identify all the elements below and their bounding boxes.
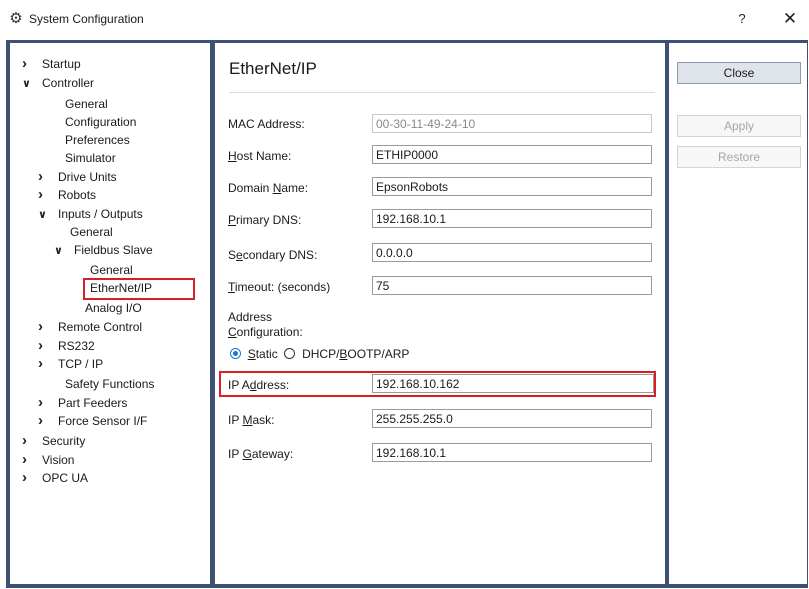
tree-item[interactable]: › Part Feeders — [38, 394, 127, 412]
chevron-right-icon[interactable]: › — [38, 318, 50, 336]
dhcp-label[interactable]: DHCP/BOOTP/ARP — [299, 347, 409, 361]
secondary-dns-field[interactable]: 0.0.0.0 — [372, 243, 652, 262]
timeout-field[interactable]: 75 — [372, 276, 652, 295]
primary-dns-field[interactable]: 192.168.10.1 — [372, 209, 652, 228]
mac-address-field: 00-30-11-49-24-10 — [372, 114, 652, 133]
address-config-label-line1: Address — [228, 310, 273, 324]
chevron-right-icon[interactable]: › — [22, 55, 34, 73]
chevron-right-icon[interactable]: › — [38, 337, 50, 355]
title-bar: ⚙ System Configuration ? ✕ — [0, 0, 809, 38]
address-config-label-line2: Configuration: — [228, 325, 303, 339]
chevron-right-icon[interactable]: › — [38, 355, 50, 373]
tree-item-label: General — [90, 263, 133, 277]
mac-address-label: MAC Address: — [228, 117, 305, 131]
tree-item[interactable]: › Remote Control — [38, 318, 142, 336]
tree-item-label: Security — [42, 434, 86, 448]
tree-item[interactable]: Preferences — [65, 131, 130, 149]
dhcp-radio[interactable] — [284, 348, 296, 359]
ip-gateway-label: IP Gateway: — [228, 447, 294, 461]
tree-item[interactable]: Configuration — [65, 113, 136, 131]
tree-item-label: General — [70, 225, 113, 239]
tree-item-label: Configuration — [65, 115, 137, 129]
tree-item-label: Safety Functions — [65, 377, 155, 391]
tree-item-label: Analog I/O — [85, 301, 142, 315]
chevron-down-icon[interactable]: ∨ — [54, 242, 66, 260]
ip-gateway-field[interactable]: 192.168.10.1 — [372, 443, 652, 462]
ip-address-field[interactable]: 192.168.10.162 — [372, 374, 654, 393]
tree-item-label: Preferences — [65, 133, 130, 147]
tree-item-label: Robots — [58, 188, 97, 202]
tree-item[interactable]: › OPC UA — [22, 469, 88, 487]
window-title: System Configuration — [29, 12, 144, 26]
apply-button[interactable]: Apply — [677, 115, 801, 137]
static-label[interactable]: Static — [244, 347, 281, 361]
chevron-right-icon[interactable]: › — [22, 469, 34, 487]
title-divider — [229, 92, 655, 93]
tree-item[interactable]: › Vision — [22, 451, 74, 469]
tree-item[interactable]: Safety Functions — [65, 375, 154, 393]
restore-button[interactable]: Restore — [677, 146, 801, 168]
selected-item-highlight — [83, 278, 195, 300]
ip-address-label: IP Address: — [228, 378, 290, 392]
tree-item[interactable]: › Security — [22, 432, 85, 450]
tree-item-label: Simulator — [65, 151, 116, 165]
timeout-label: Timeout: (seconds) — [228, 280, 331, 294]
tree-item-label: Remote Control — [58, 320, 143, 334]
secondary-dns-label: Secondary DNS: — [228, 248, 318, 262]
domain-name-field[interactable]: EpsonRobots — [372, 177, 652, 196]
tree-item-label: Part Feeders — [58, 396, 128, 410]
tree-item-label: OPC UA — [42, 471, 89, 485]
tree-item-label: RS232 — [58, 339, 95, 353]
tree-item-label: Startup — [42, 57, 81, 71]
tree-item-label: Force Sensor I/F — [58, 414, 148, 428]
gear-icon: ⚙ — [9, 10, 23, 27]
page-title: EtherNet/IP — [229, 59, 317, 78]
tree-item[interactable]: › Force Sensor I/F — [38, 412, 147, 430]
tree-item-label: General — [65, 97, 108, 111]
chevron-right-icon[interactable]: › — [22, 432, 34, 450]
tree-item-label: Vision — [42, 453, 75, 467]
close-button[interactable]: Close — [677, 62, 801, 84]
chevron-right-icon[interactable]: › — [38, 168, 50, 186]
tree-item-label: Inputs / Outputs — [58, 207, 143, 221]
ip-mask-field[interactable]: 255.255.255.0 — [372, 409, 652, 428]
ethernet-ip-panel: EtherNet/IP MAC Address: 00-30-11-49-24-… — [215, 43, 665, 584]
host-name-label: Host Name: — [228, 149, 292, 163]
primary-dns-label: Primary DNS: — [228, 213, 302, 227]
tree-item[interactable]: General — [65, 95, 108, 113]
host-name-field[interactable]: ETHIP0000 — [372, 145, 652, 164]
address-config-options: Static DHCP/BOOTP/ARP — [230, 347, 409, 361]
help-button[interactable]: ? — [730, 9, 754, 29]
tree-item[interactable]: › RS232 — [38, 337, 95, 355]
close-window-button[interactable]: ✕ — [778, 8, 802, 30]
chevron-right-icon[interactable]: › — [38, 412, 50, 430]
tree-item[interactable]: ∨ Inputs / Outputs — [38, 205, 143, 223]
chevron-right-icon[interactable]: › — [38, 394, 50, 412]
chevron-down-icon[interactable]: ∨ — [38, 206, 50, 224]
tree-item[interactable]: › Robots — [38, 186, 96, 204]
tree-item[interactable]: › Drive Units — [38, 168, 117, 186]
tree-item[interactable]: Analog I/O — [85, 299, 142, 317]
tree-item[interactable]: ∨ Fieldbus Slave — [54, 241, 153, 259]
tree-item[interactable]: › TCP / IP — [38, 355, 103, 373]
tree-item[interactable]: › Startup — [22, 55, 81, 73]
tree-item-label: Fieldbus Slave — [74, 243, 153, 257]
chevron-right-icon[interactable]: › — [38, 186, 50, 204]
tree-item[interactable]: General — [70, 223, 113, 241]
tree-item[interactable]: General — [90, 261, 133, 279]
navigation-tree: › Startup ∨ Controller General Configuration P… — [10, 43, 210, 584]
chevron-down-icon[interactable]: ∨ — [22, 75, 34, 93]
tree-item-label: TCP / IP — [58, 357, 104, 371]
action-buttons: Close Apply Restore — [669, 43, 807, 584]
tree-item-label: Controller — [42, 76, 95, 90]
static-radio[interactable] — [230, 348, 241, 359]
tree-item-label: Drive Units — [58, 170, 117, 184]
tree-item[interactable]: ∨ Controller — [22, 74, 94, 92]
domain-name-label: Domain Name: — [228, 181, 309, 195]
chevron-right-icon[interactable]: › — [22, 451, 34, 469]
tree-item[interactable]: Simulator — [65, 149, 116, 167]
ip-mask-label: IP Mask: — [228, 413, 275, 427]
